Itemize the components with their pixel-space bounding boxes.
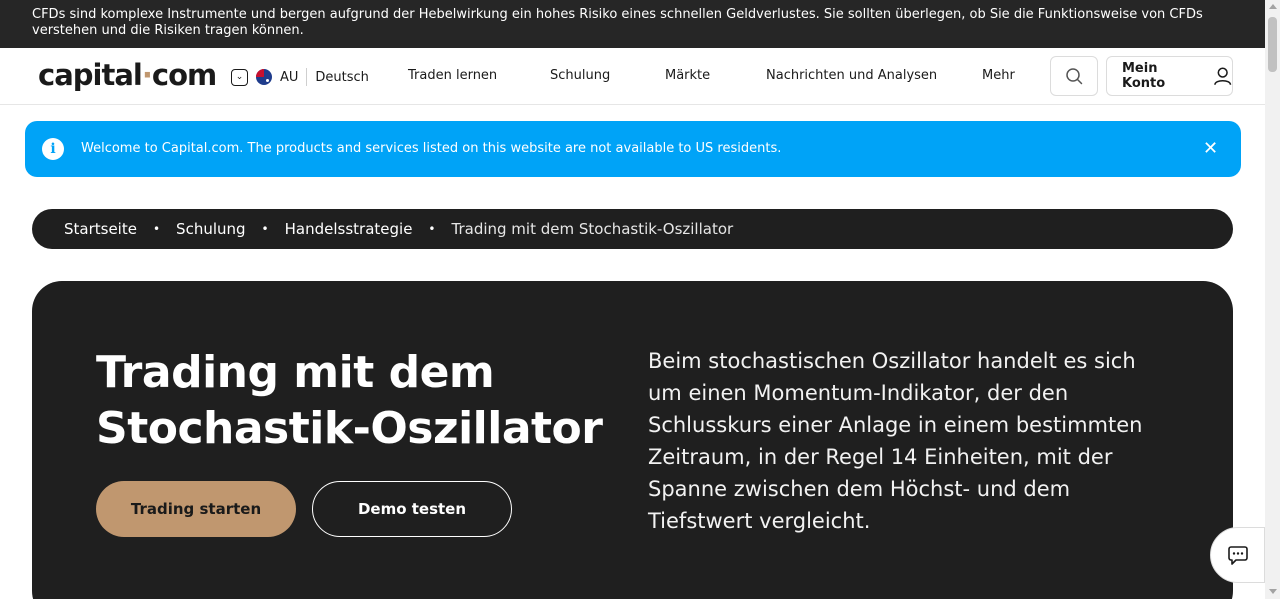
- breadcrumb: Startseite • Schulung • Handelsstrategie…: [32, 209, 1233, 249]
- risk-warning-banner: CFDs sind komplexe Instrumente und berge…: [0, 0, 1265, 48]
- user-icon: [1213, 67, 1231, 85]
- logo-text-left: capital: [38, 58, 143, 92]
- breadcrumb-schulung[interactable]: Schulung: [176, 220, 246, 238]
- hero-description: Beim stochastischen Oszillator handelt e…: [648, 349, 1143, 533]
- scrollbar-thumb[interactable]: [1268, 17, 1277, 72]
- scroll-up-arrow-icon[interactable]: [1269, 4, 1277, 9]
- scroll-down-arrow-icon[interactable]: [1269, 589, 1277, 594]
- breadcrumb-separator: •: [428, 222, 436, 236]
- nav-mehr[interactable]: Mehr: [982, 68, 1015, 83]
- notice-message: Welcome to Capital.com. The products and…: [81, 141, 782, 156]
- breadcrumb-separator: •: [261, 222, 269, 236]
- language-label: Deutsch: [315, 69, 369, 85]
- chat-button[interactable]: [1210, 527, 1265, 583]
- chevron-down-icon[interactable]: ⌄: [231, 68, 248, 86]
- my-account-button[interactable]: Mein Konto: [1106, 56, 1233, 96]
- logo-dot: ·: [141, 58, 153, 92]
- region-language-selector[interactable]: ⌄ AU Deutsch: [231, 68, 369, 86]
- breadcrumb-startseite[interactable]: Startseite: [64, 220, 137, 238]
- breadcrumb-current-page: Trading mit dem Stochastik-Oszillator: [451, 220, 734, 238]
- search-icon: [1066, 68, 1083, 85]
- start-trading-button[interactable]: Trading starten: [96, 481, 296, 537]
- nav-traden-lernen[interactable]: Traden lernen: [408, 68, 497, 83]
- logo-text-right: com: [151, 58, 217, 92]
- nav-maerkte[interactable]: Märkte: [665, 68, 710, 83]
- nav-nachrichten-analysen[interactable]: Nachrichten und Analysen: [766, 68, 937, 83]
- site-header: capital·com ⌄ AU Deutsch Traden lernen S…: [0, 48, 1265, 105]
- close-icon[interactable]: ✕: [1203, 138, 1218, 159]
- info-icon: i: [42, 138, 64, 160]
- australia-flag-icon: [256, 69, 272, 85]
- us-residents-notice: i Welcome to Capital.com. The products a…: [25, 121, 1241, 177]
- region-code: AU: [280, 69, 299, 85]
- capital-com-logo[interactable]: capital·com: [38, 58, 217, 92]
- chat-icon: [1227, 546, 1248, 565]
- nav-schulung[interactable]: Schulung: [550, 68, 610, 83]
- region-divider: [306, 68, 308, 86]
- hero-section: Trading mit dem Stochastik-Oszillator Tr…: [32, 281, 1233, 599]
- page-title: Trading mit dem Stochastik-Oszillator: [96, 345, 616, 457]
- breadcrumb-handelsstrategie[interactable]: Handelsstrategie: [285, 220, 413, 238]
- risk-warning-text: CFDs sind komplexe Instrumente und berge…: [32, 7, 1203, 38]
- page-title-line1: Trading mit dem: [96, 347, 495, 398]
- breadcrumb-separator: •: [152, 222, 161, 236]
- my-account-label: Mein Konto: [1122, 61, 1166, 91]
- page-scrollbar[interactable]: [1265, 0, 1280, 599]
- try-demo-button[interactable]: Demo testen: [312, 481, 512, 537]
- search-button[interactable]: [1050, 56, 1098, 96]
- page-title-line2: Stochastik-Oszillator: [96, 403, 603, 454]
